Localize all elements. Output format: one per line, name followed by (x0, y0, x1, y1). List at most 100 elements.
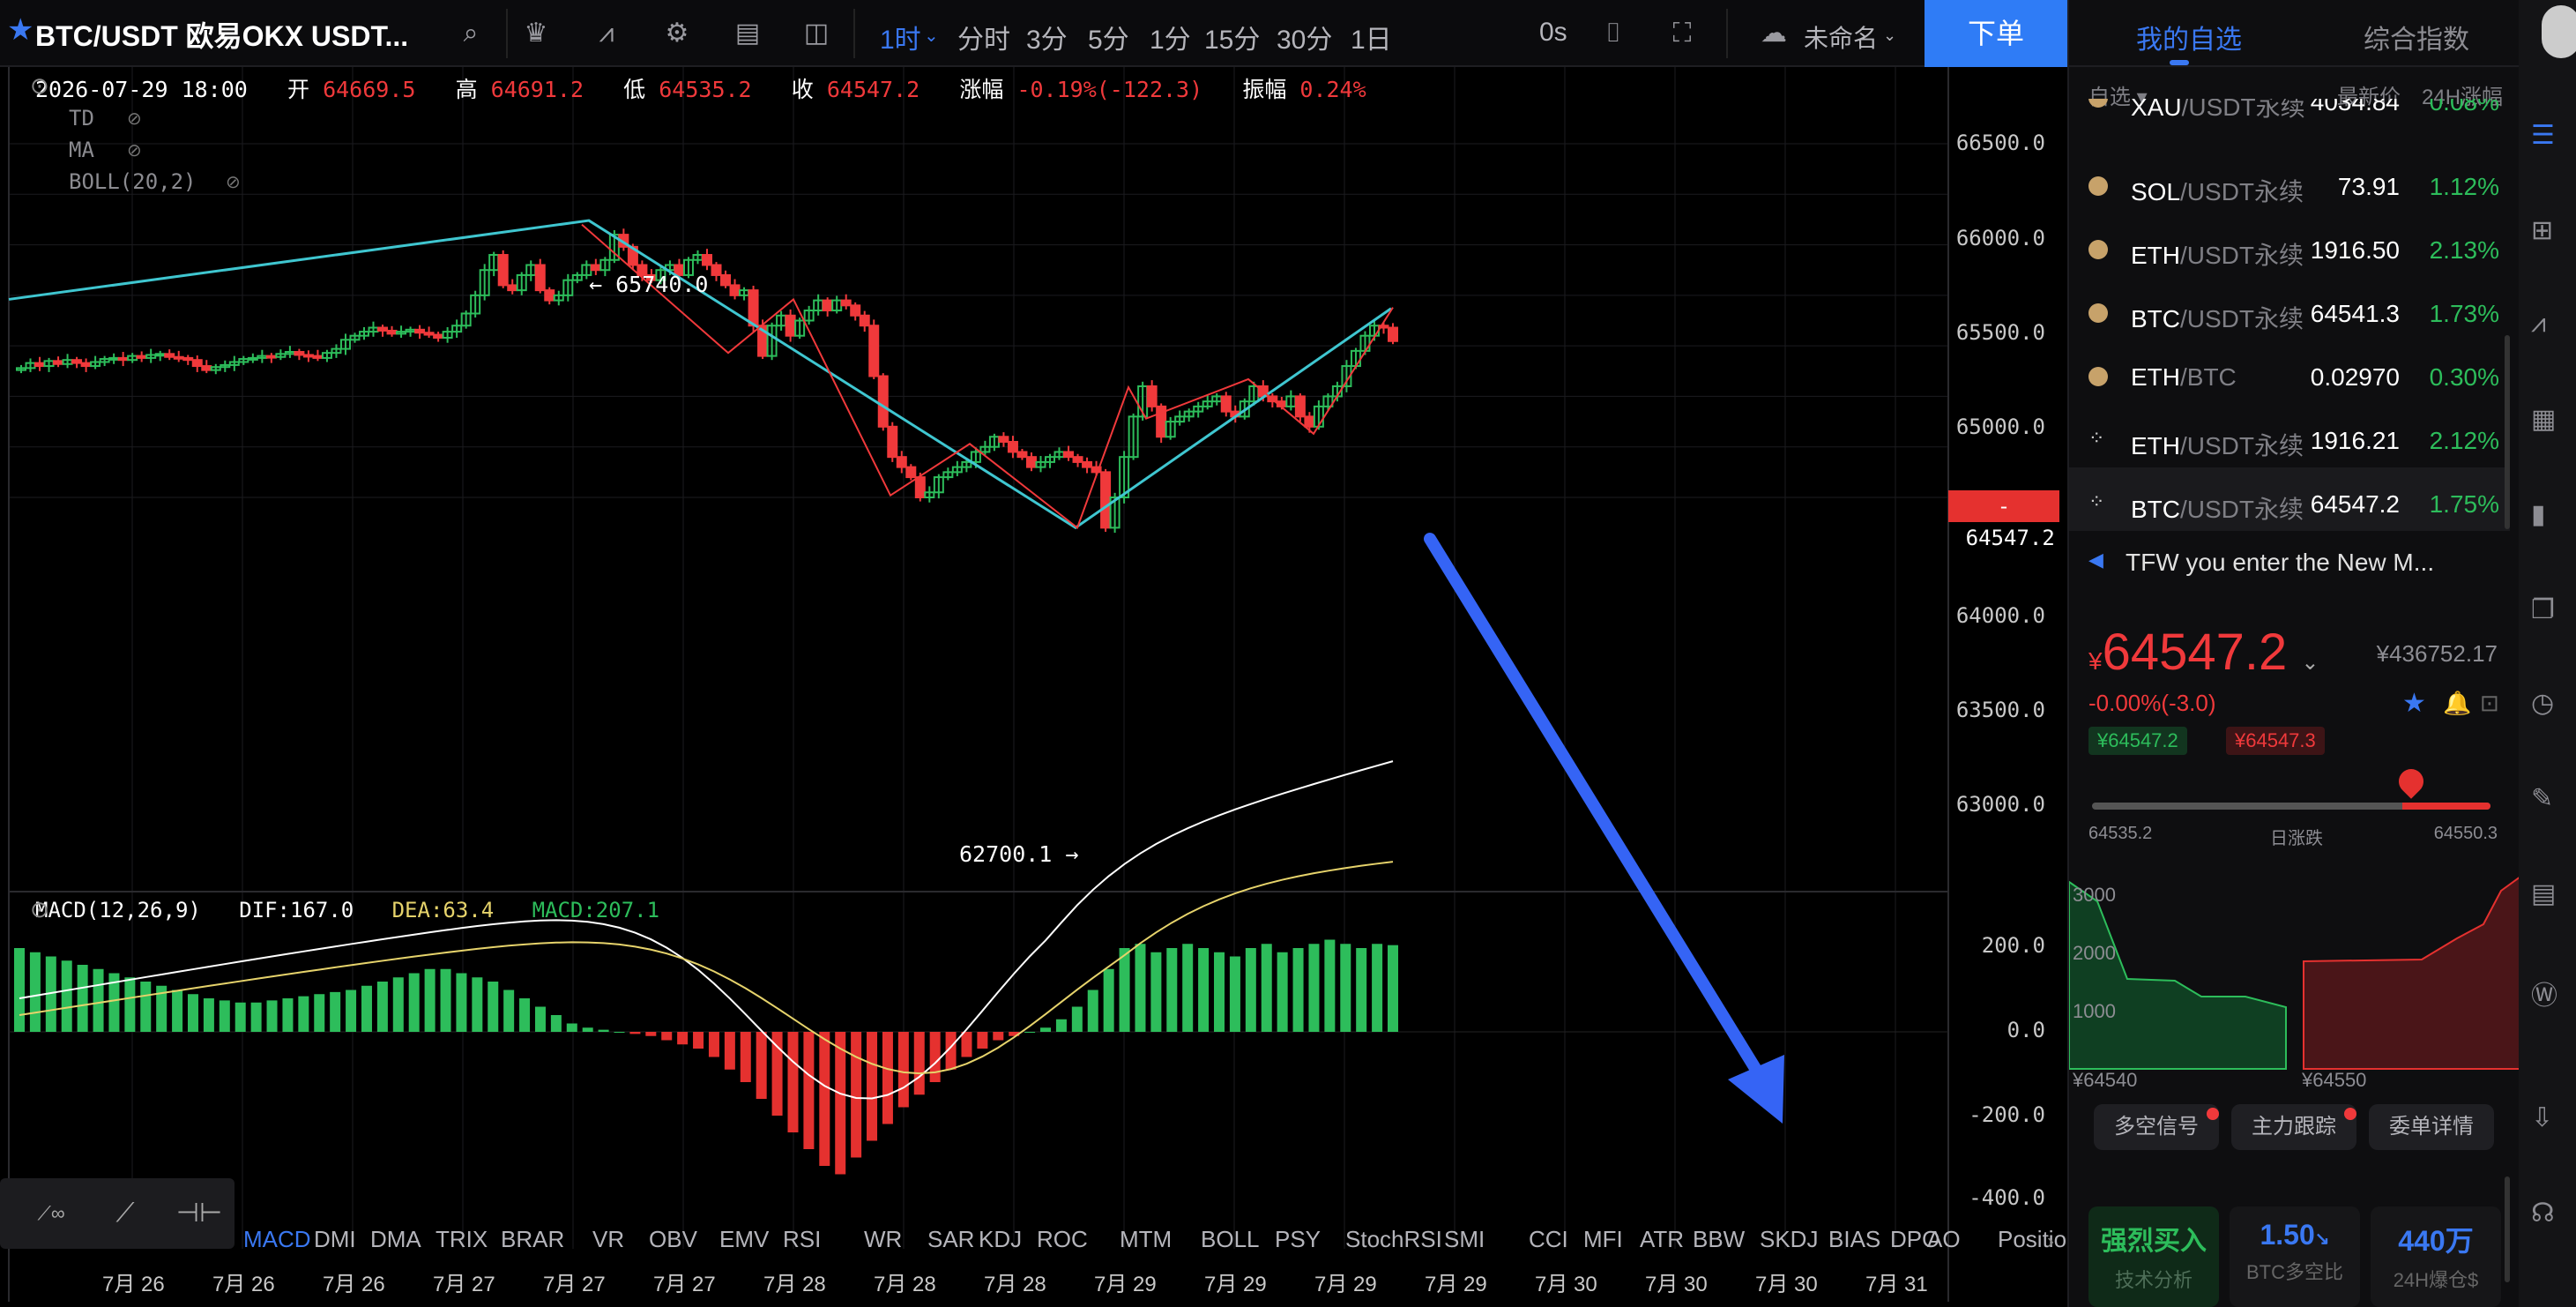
main-force-tracking-button[interactable]: 主力跟踪 (2231, 1104, 2356, 1150)
news-ticker[interactable]: ◀ TFW you enter the New M... (2069, 538, 2520, 587)
list-icon[interactable]: ▤ (2531, 878, 2566, 919)
eye-hidden-icon[interactable]: ⊘ (127, 139, 142, 161)
overlay-boll[interactable]: BOLL(20,2) (69, 169, 197, 194)
chevron-down-icon[interactable]: ⌄ (2301, 651, 2319, 675)
watchlist-row[interactable]: ETH/USDT永续 1916.50 2.13% (2069, 219, 2510, 282)
indicator-tab-kdj[interactable]: KDJ (979, 1226, 1022, 1253)
chevron-down-icon[interactable]: ⌄ (924, 25, 939, 47)
pair-base: BTC (2131, 496, 2180, 523)
watchlist-row[interactable]: ETH/BTC 0.02970 0.30% (2069, 346, 2510, 409)
favorite-star-icon[interactable]: ★ (7, 12, 34, 48)
timeframe-3m[interactable]: 3分 (1026, 18, 1068, 56)
collapse-icon[interactable]: ⊙ (30, 896, 49, 923)
indicator-tab-emv[interactable]: EMV (719, 1226, 769, 1253)
indicator-tab-dma[interactable]: DMA (370, 1226, 421, 1253)
timeframe-30m[interactable]: 30分 (1277, 18, 1332, 56)
chevron-down-icon[interactable]: ⌄ (1883, 26, 1896, 45)
watchlist-scrollbar[interactable] (2505, 335, 2510, 529)
price-axis-label: 66500.0 (1955, 131, 2045, 155)
symbol-title[interactable]: BTC/USDT 欧易OKX USDT... (35, 14, 408, 55)
macd-histogram-bar (645, 1032, 657, 1036)
candlestick-chart[interactable]: 2026-07-29 18:00 开 64669.5 高 64691.2 低 6… (0, 67, 2080, 1307)
wallet-icon[interactable]: Ⓦ (2531, 974, 2566, 1014)
indicator-tab-roc[interactable]: ROC (1037, 1226, 1088, 1253)
timeframe-1d[interactable]: 1日 (1351, 18, 1392, 56)
indicator-tab-vr[interactable]: VR (592, 1226, 624, 1253)
signal-card[interactable]: 强烈买入 技术分析 (2088, 1206, 2219, 1307)
indicator-tab-mfi[interactable]: MFI (1583, 1226, 1623, 1253)
indicator-chart-icon[interactable]: ⩘ (589, 16, 624, 51)
indicator-tab-brar[interactable]: BRAR (501, 1226, 564, 1253)
alert-box-icon[interactable]: ⊡ (2480, 690, 2499, 717)
timeframe-15m[interactable]: 15分 (1204, 18, 1260, 56)
download-icon[interactable]: ⇩ (2531, 1102, 2566, 1143)
horizontal-line-tool-icon[interactable]: ⊣⊢ (173, 1192, 226, 1235)
timeframe-5m[interactable]: 5分 (1088, 18, 1129, 56)
headset-icon[interactable]: ☊ (2531, 1198, 2566, 1238)
buy-icon[interactable]: ⊞ (2531, 215, 2566, 256)
indicator-tab-bias[interactable]: BIAS (1828, 1226, 1880, 1253)
eye-hidden-icon[interactable]: ⊘ (127, 108, 142, 130)
long-short-ratio-card[interactable]: 1.50↘ BTC多空比 (2230, 1206, 2360, 1307)
split-view-icon[interactable]: ◫ (799, 16, 834, 51)
indicator-tab-cci[interactable]: CCI (1529, 1226, 1568, 1253)
search-icon[interactable]: ⌕ (453, 16, 488, 51)
trendline-tool-icon[interactable]: ⟋ (99, 1192, 152, 1235)
avatar[interactable] (2542, 5, 2576, 58)
indicator-tab-bbw[interactable]: BBW (1693, 1226, 1745, 1253)
indicator-tab-macd[interactable]: MACD (243, 1226, 311, 1253)
indicator-tab-boll[interactable]: BOLL (1201, 1226, 1260, 1253)
timeframe-1m[interactable]: 1分 (1150, 18, 1191, 56)
indicator-tab-dmi[interactable]: DMI (314, 1226, 356, 1253)
collapse-icon[interactable]: ⊙ (30, 72, 49, 100)
overlay-td[interactable]: TD (69, 106, 94, 131)
panel-scrollbar[interactable] (2505, 1176, 2510, 1282)
calendar-icon[interactable]: ▦ (2531, 404, 2566, 444)
watchlist-row[interactable]: ⁘ BTC/USDT永续 64547.2 1.75% (2069, 473, 2510, 536)
favorite-star-icon[interactable]: ★ (2402, 688, 2426, 719)
candle-body (859, 314, 870, 327)
layout-name[interactable]: 未命名 (1804, 19, 1878, 55)
indicator-tab-rsi[interactable]: RSI (783, 1226, 821, 1253)
indicator-tab-smi[interactable]: SMI (1444, 1226, 1485, 1253)
bell-icon[interactable]: 🔔 (2443, 690, 2471, 717)
indicator-tab-obv[interactable]: OBV (649, 1226, 697, 1253)
indicator-tab-trix[interactable]: TRIX (436, 1226, 488, 1253)
indicator-tab-atr[interactable]: ATR (1640, 1226, 1684, 1253)
indicator-tab-mtm[interactable]: MTM (1120, 1226, 1172, 1253)
copy-icon[interactable]: ❐ (2531, 594, 2566, 635)
eye-hidden-icon[interactable]: ⊘ (226, 171, 241, 193)
indicator-tab-wr[interactable]: WR (864, 1226, 902, 1253)
fullscreen-icon[interactable]: ⛶ (1664, 16, 1700, 51)
indicator-toggle-icon[interactable]: ⟋∞ (25, 1192, 78, 1235)
tab-my-watchlist[interactable]: 我的自选 (2136, 18, 2242, 56)
long-short-signal-button[interactable]: 多空信号 (2094, 1104, 2219, 1150)
overlay-ma[interactable]: MA (69, 138, 94, 162)
bar-chart-icon[interactable]: ▮ (2531, 499, 2566, 540)
tab-composite-index[interactable]: 综合指数 (2364, 18, 2469, 56)
liquidation-card[interactable]: 440万 24H爆仓$ (2371, 1206, 2501, 1307)
clock-icon[interactable]: ◷ (2531, 688, 2566, 728)
indicator-tab-psy[interactable]: PSY (1275, 1226, 1321, 1253)
watchlist-row[interactable]: XAU/USDT永续 4034.84 0.08% (2069, 99, 2510, 134)
crown-icon[interactable]: ♛ (518, 16, 554, 51)
camera-icon[interactable]: ⌷ (1596, 16, 1631, 51)
watchlist-row[interactable]: ⁘ ETH/USDT永续 1916.21 2.12% (2069, 409, 2510, 473)
market-chart-icon[interactable]: ⩘ (2531, 309, 2566, 349)
timeframe-tick[interactable]: 分时 (957, 18, 1010, 56)
watchlist-row[interactable]: BTC/USDT永续 64541.3 1.73% (2069, 282, 2510, 346)
watchlist-row[interactable]: SOL/USDT永续 73.91 1.12% (2069, 155, 2510, 219)
indicator-tab-ao[interactable]: AO (1927, 1226, 1961, 1253)
watchlist-icon[interactable]: ☰ (2531, 120, 2566, 161)
order-details-button[interactable]: 委单详情 (2369, 1104, 2494, 1150)
drawing-icon[interactable]: ✎ (2531, 783, 2566, 824)
timeframe-1h[interactable]: 1时 (880, 18, 921, 56)
settings-gear-icon[interactable]: ⚙ (659, 16, 695, 51)
indicator-tab-skdj[interactable]: SKDJ (1760, 1226, 1818, 1253)
cloud-icon[interactable]: ☁ (1756, 16, 1791, 51)
indicator-tab-sar[interactable]: SAR (927, 1226, 974, 1253)
layout-icon[interactable]: ▤ (730, 16, 765, 51)
indicator-tab-stochrsi[interactable]: StochRSI (1345, 1226, 1442, 1253)
chevron-right-icon[interactable]: › (2047, 1229, 2054, 1254)
order-button[interactable]: 下单 (1925, 0, 2067, 67)
